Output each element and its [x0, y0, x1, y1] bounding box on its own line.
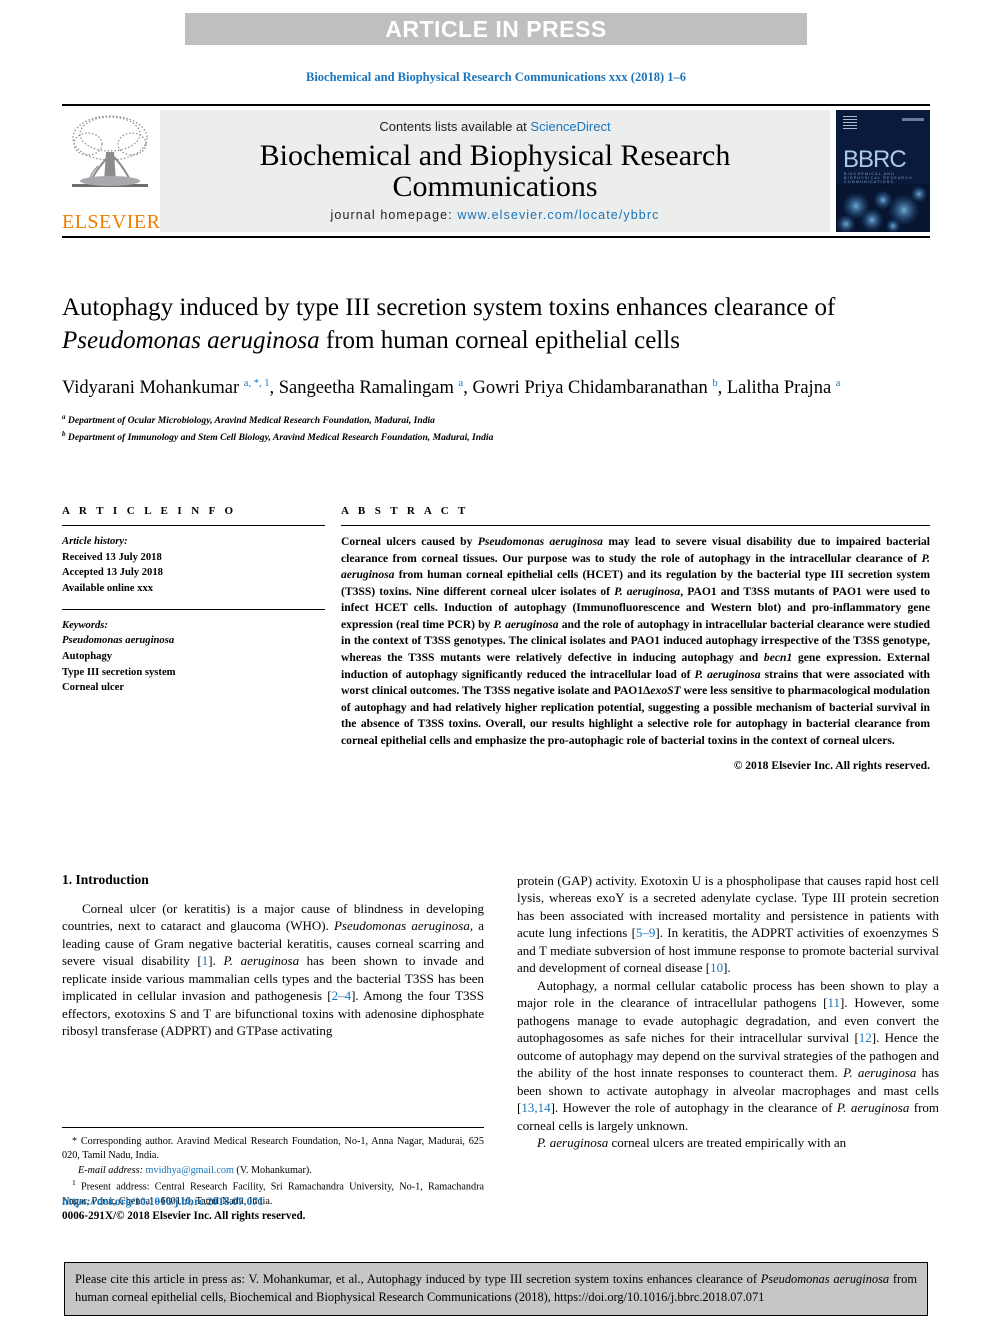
footnote-corresponding-author: * Corresponding author. Aravind Medical …: [62, 1136, 484, 1162]
contents-lists-prefix: Contents lists available at: [379, 119, 531, 134]
body-column-left: 1. Introduction Corneal ulcer (or kerati…: [62, 872, 484, 1152]
title-species-name: Pseudomonas aeruginosa: [62, 326, 320, 354]
abstract-rule: [341, 525, 930, 526]
masthead-bottom-rule: [62, 236, 930, 238]
homepage-label: journal homepage:: [330, 208, 458, 222]
masthead-center: Contents lists available at ScienceDirec…: [160, 110, 830, 232]
elsevier-tree-icon: [68, 112, 152, 200]
elsevier-logo: ELSEVIER: [62, 106, 161, 236]
elsevier-wordmark: ELSEVIER: [62, 211, 161, 233]
footnote-email: E-mail address: mvidhya@gmail.com (V. Mo…: [62, 1164, 484, 1178]
affiliation-a: a Department of Ocular Microbiology, Ara…: [62, 413, 435, 427]
keyword-item: Corneal ulcer: [62, 682, 125, 694]
affiliation-b-text: Department of Immunology and Stem Cell B…: [67, 432, 494, 444]
journal-homepage-line: journal homepage: www.elsevier.com/locat…: [160, 208, 830, 222]
abstract-column: A B S T R A C T Corneal ulcers caused by…: [325, 505, 930, 772]
article-in-press-banner: ARTICLE IN PRESS: [185, 13, 807, 45]
page-title: Autophagy induced by type III secretion …: [62, 292, 862, 357]
contents-lists-line: Contents lists available at ScienceDirec…: [160, 119, 830, 134]
affiliations: a Department of Ocular Microbiology, Ara…: [62, 412, 862, 446]
paragraph: protein (GAP) activity. Exotoxin U is a …: [517, 873, 939, 976]
paragraph: Autophagy, a normal cellular catabolic p…: [517, 977, 940, 1133]
affiliation-b: b Department of Immunology and Stem Cell…: [62, 430, 494, 444]
keywords-list: Keywords: Pseudomonas aeruginosa Autopha…: [62, 618, 325, 696]
body-column-right: protein (GAP) activity. Exotoxin U is a …: [517, 872, 939, 1152]
sciencedirect-link[interactable]: ScienceDirect: [530, 119, 610, 134]
article-accepted: Accepted 13 July 2018: [62, 567, 163, 579]
paragraph: Corneal ulcer (or keratitis) is a major …: [62, 901, 485, 1039]
abstract-heading: A B S T R A C T: [341, 505, 469, 517]
article-info-rule-top: [62, 525, 325, 526]
body-columns: 1. Introduction Corneal ulcer (or kerati…: [62, 872, 940, 1152]
author-list: Vidyarani Mohankumar a, *, 1, Sangeetha …: [62, 377, 841, 398]
section-heading-introduction: 1. Introduction: [62, 872, 149, 887]
keywords-rule: [62, 608, 325, 610]
homepage-url[interactable]: www.elsevier.com/locate/ybbrc: [457, 208, 659, 222]
title-block: Autophagy induced by type III secretion …: [62, 292, 862, 446]
cover-bokeh-graphic: [836, 184, 930, 232]
email-owner: (V. Mohankumar).: [236, 1164, 312, 1176]
affiliation-a-text: Department of Ocular Microbiology, Aravi…: [67, 415, 435, 427]
title-segment-1: Autophagy induced by type III secretion …: [62, 294, 836, 321]
journal-title: Biochemical and Biophysical Research Com…: [259, 138, 731, 203]
bbrc-journal-cover: BBRC BIOCHEMICAL AND BIOPHYSICAL RESEARC…: [836, 110, 930, 232]
paragraph: P. aeruginosa corneal ulcers are treated…: [537, 1135, 847, 1151]
journal-reference-line: Biochemical and Biophysical Research Com…: [306, 70, 686, 84]
article-info-heading: A R T I C L E I N F O: [62, 505, 237, 517]
article-available-online: Available online xxx: [62, 583, 154, 595]
info-abstract-row: A R T I C L E I N F O Article history: R…: [62, 505, 930, 772]
keywords-block: Keywords: Pseudomonas aeruginosa Autopha…: [62, 608, 325, 696]
keywords-label: Keywords:: [62, 619, 108, 631]
keyword-item: Autophagy: [62, 651, 113, 663]
issn-copyright-line: 0006-291X/© 2018 Elsevier Inc. All right…: [62, 1210, 306, 1222]
keyword-item: Pseudomonas aeruginosa: [62, 635, 175, 647]
article-info-column: A R T I C L E I N F O Article history: R…: [62, 505, 325, 772]
article-history: Article history: Received 13 July 2018 A…: [62, 534, 325, 597]
article-received: Received 13 July 2018: [62, 551, 162, 563]
journal-masthead: ELSEVIER Contents lists available at Sci…: [62, 104, 930, 236]
doi-link[interactable]: https://doi.org/10.1016/j.bbrc.2018.07.0…: [62, 1196, 492, 1208]
cite-this-article-box: Please cite this article in press as: V.…: [64, 1262, 928, 1317]
email-link[interactable]: mvidhya@gmail.com: [146, 1165, 234, 1176]
paper-page: ARTICLE IN PRESS Biochemical and Biophys…: [0, 0, 992, 1323]
doi-block: https://doi.org/10.1016/j.bbrc.2018.07.0…: [62, 1196, 492, 1222]
abstract-copyright: © 2018 Elsevier Inc. All rights reserved…: [733, 758, 930, 772]
keyword-item: Type III secretion system: [62, 666, 176, 678]
abstract-text: Corneal ulcers caused by Pseudomonas aer…: [341, 535, 931, 747]
tree-svg: [72, 115, 148, 187]
cite-this-article-text: Please cite this article in press as: V.…: [75, 1272, 917, 1304]
title-segment-2: from human corneal epithelial cells: [319, 326, 680, 354]
email-label: E-mail address:: [78, 1164, 143, 1176]
article-history-label: Article history:: [62, 536, 128, 547]
article-in-press-label: ARTICLE IN PRESS: [385, 15, 607, 42]
